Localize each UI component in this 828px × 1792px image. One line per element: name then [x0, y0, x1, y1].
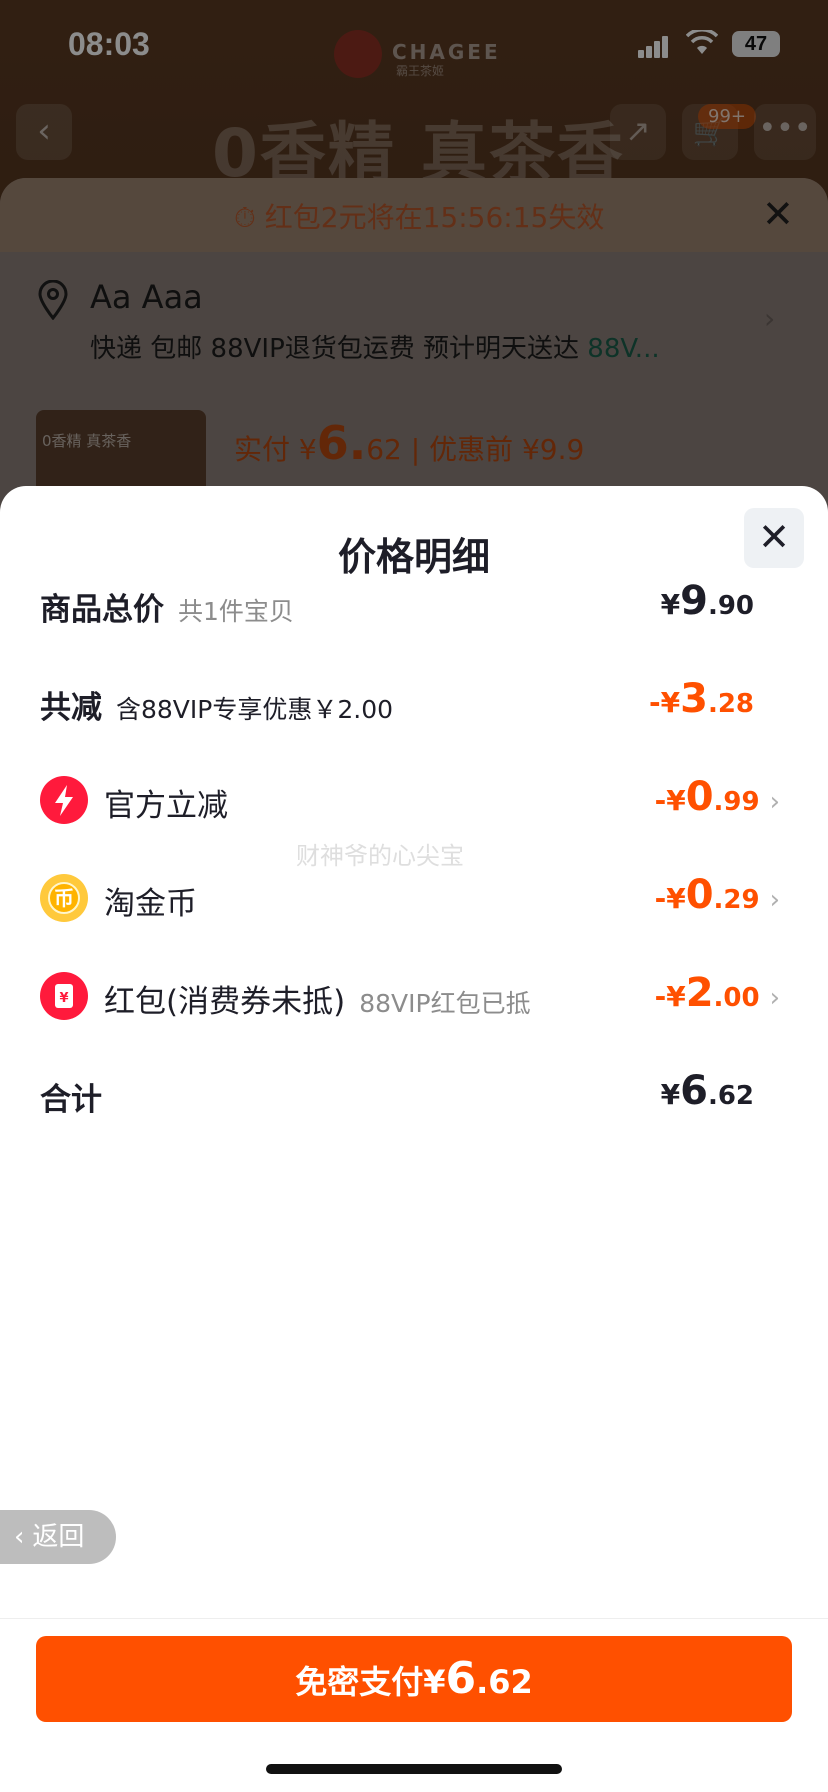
modal-title: 价格明细 [337, 535, 490, 579]
chevron-right-icon: › [769, 983, 780, 1013]
divider [0, 1618, 828, 1619]
row-amount: ¥6.62 [660, 1068, 754, 1114]
row-sub: 共1件宝贝 [178, 597, 294, 626]
svg-text:币: 币 [54, 886, 74, 910]
password-free-pay-button[interactable]: 免密支付¥6.62 [36, 1636, 792, 1722]
row-goods-total: 商品总价 共1件宝贝 ¥9.90 [40, 574, 780, 634]
watermark: 财神爷的心尖宝 [296, 842, 464, 870]
row-total-discount: 共减 含88VIP专享优惠￥2.00 -¥3.28 [40, 672, 780, 732]
row-official-discount[interactable]: 官方立减 -¥0.99 › [40, 770, 780, 830]
chevron-right-icon: › [769, 885, 780, 915]
row-amount: -¥0.29 › [654, 872, 780, 918]
row-amount: -¥2.00 › [654, 970, 780, 1016]
row-label: 红包(消费券未抵) 88VIP红包已抵 [104, 984, 531, 1020]
gold-coin-icon: 币 [40, 874, 88, 922]
chevron-right-icon: › [769, 787, 780, 817]
lightning-icon [40, 776, 88, 824]
row-label: 淘金币 [104, 886, 197, 922]
row-amount: ¥9.90 [660, 578, 754, 624]
row-label: 官方立减 [104, 788, 228, 824]
row-label: 共减 含88VIP专享优惠￥2.00 [40, 690, 394, 726]
red-packet-icon: ¥ [40, 972, 88, 1020]
row-amount: -¥3.28 [648, 676, 754, 722]
row-sub: 含88VIP专享优惠￥2.00 [116, 695, 394, 724]
chevron-left-icon: ‹ [14, 1522, 25, 1552]
back-button[interactable]: ‹ 返回 [0, 1510, 116, 1564]
row-label: 商品总价 共1件宝贝 [40, 592, 294, 628]
price-detail-modal: 价格明细 ✕ 商品总价 共1件宝贝 ¥9.90 共减 含88VIP专享优惠￥2.00… [0, 486, 828, 1792]
row-taojinbi[interactable]: 币 淘金币 -¥0.29 › [40, 868, 780, 928]
row-label: 合计 [40, 1082, 102, 1118]
row-amount: -¥0.99 › [654, 774, 780, 820]
row-red-packet[interactable]: ¥ 红包(消费券未抵) 88VIP红包已抵 -¥2.00 › [40, 966, 780, 1026]
svg-text:¥: ¥ [59, 991, 68, 1006]
row-total: 合计 ¥6.62 [40, 1064, 780, 1124]
home-indicator [266, 1764, 562, 1774]
row-sub: 88VIP红包已抵 [359, 989, 531, 1018]
close-button[interactable]: ✕ [744, 508, 804, 568]
